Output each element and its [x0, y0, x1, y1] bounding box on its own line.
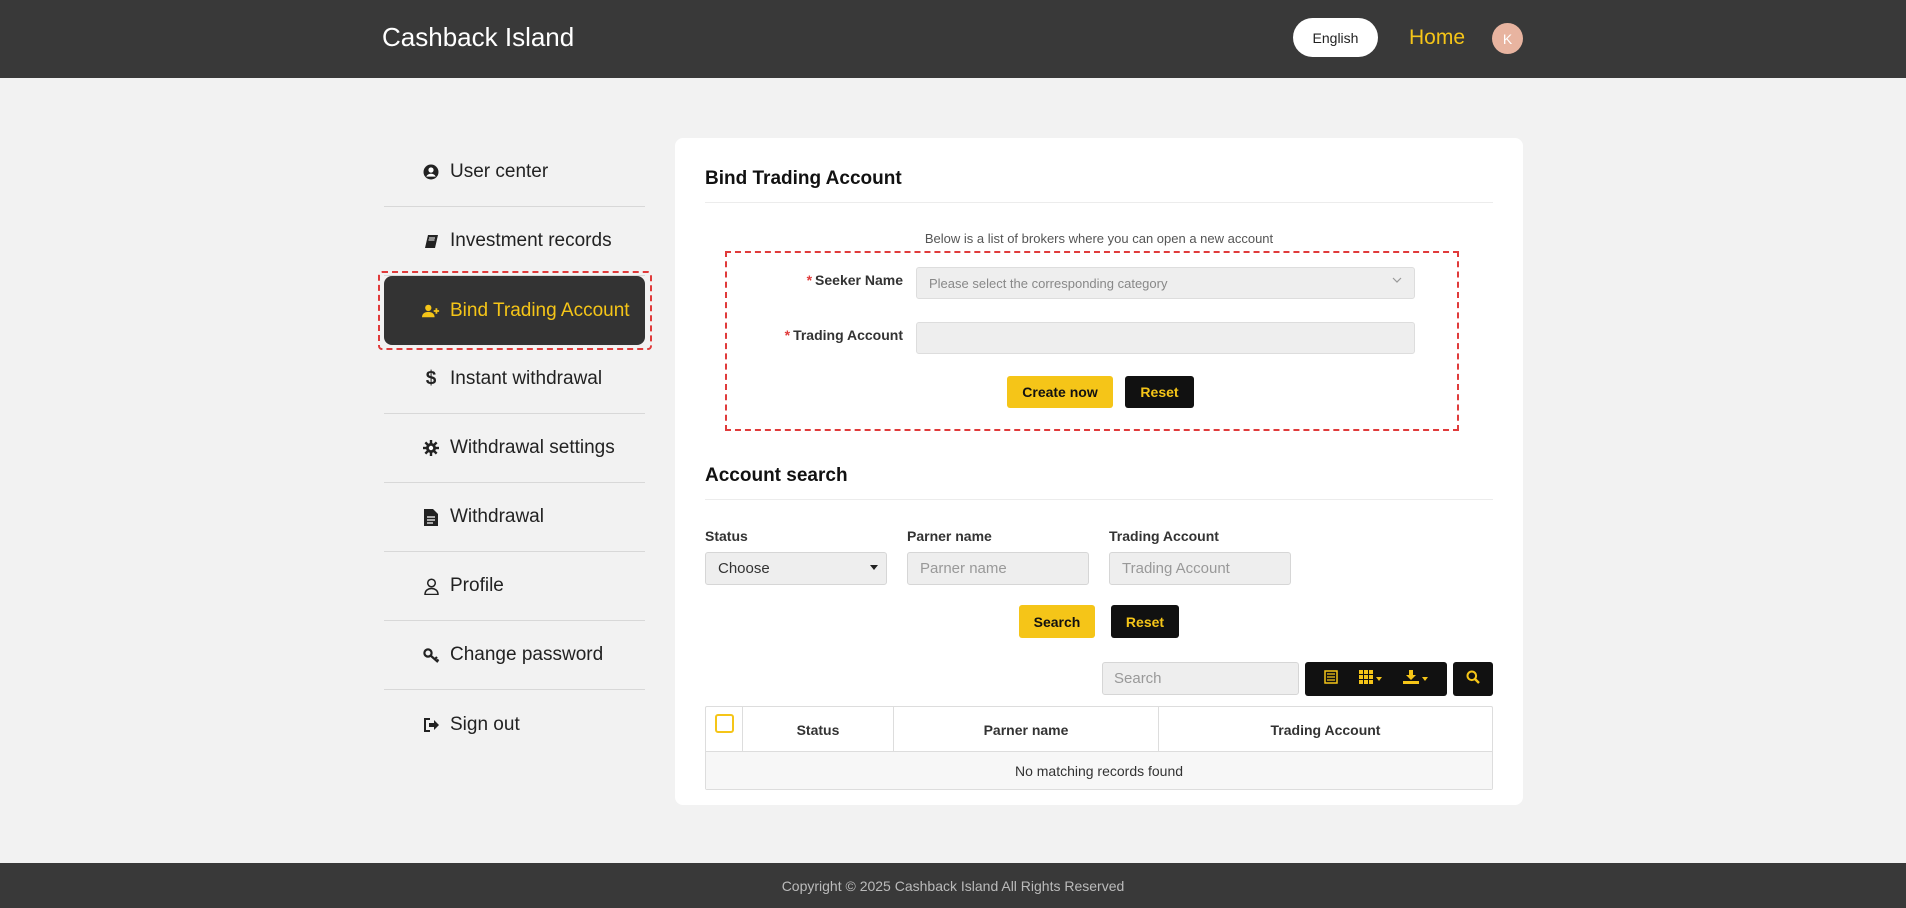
key-icon — [422, 647, 440, 663]
sign-out-icon — [422, 717, 440, 732]
select-all-checkbox[interactable] — [714, 714, 734, 733]
grid-icon — [1358, 669, 1373, 689]
sidebar-item-label: Withdrawal — [450, 506, 544, 527]
column-header-status[interactable]: Status — [743, 707, 894, 752]
footer-copyright: Copyright © 2025 Cashback Island All Rig… — [0, 863, 1906, 908]
status-select-value: Choose — [718, 560, 770, 577]
column-header-trading-account[interactable]: Trading Account — [1159, 707, 1492, 752]
user-circle-icon — [422, 164, 440, 180]
user-plus-icon — [422, 303, 440, 319]
seeker-name-label: * Seeker Name — [727, 272, 903, 288]
partner-name-placeholder: Parner name — [920, 560, 1007, 577]
seeker-name-label-text: Seeker Name — [815, 272, 903, 288]
sidebar-item-label: Investment records — [450, 230, 612, 251]
table-toolbar — [1305, 662, 1447, 696]
bind-form-highlight: * Seeker Name Please select the correspon… — [725, 251, 1459, 431]
caret-down-icon — [1375, 677, 1382, 681]
sidebar-item-bind-trading-account[interactable]: Bind Trading Account — [378, 271, 652, 350]
search-button[interactable]: Search — [1019, 605, 1095, 638]
list-icon — [1323, 669, 1338, 689]
account-search-title: Account search — [705, 465, 848, 486]
sidebar-item-user-center[interactable]: User center — [384, 138, 645, 207]
divider — [705, 499, 1493, 500]
avatar[interactable]: K — [1492, 23, 1523, 54]
caret-down-icon — [870, 565, 878, 570]
seeker-name-select[interactable]: Please select the corresponding category — [916, 267, 1415, 299]
sidebar-item-label: Profile — [450, 575, 504, 596]
trading-account-label-text: Trading Account — [793, 327, 903, 343]
broker-intro-text: Below is a list of brokers where you can… — [924, 231, 1274, 246]
sidebar-nav: User center Investment records Bind Trad… — [378, 138, 652, 759]
sidebar-item-withdrawal-settings[interactable]: Withdrawal settings — [384, 414, 645, 483]
toggle-view-button[interactable] — [1323, 669, 1338, 689]
sidebar-item-profile[interactable]: Profile — [384, 552, 645, 621]
brand-logo[interactable]: Cashback Island — [382, 22, 574, 53]
trading-account-search-placeholder: Trading Account — [1122, 560, 1230, 577]
top-header: Cashback Island English Home K — [0, 0, 1906, 78]
export-button[interactable] — [1403, 669, 1429, 689]
select-all-cell — [706, 707, 743, 752]
home-link[interactable]: Home — [1409, 26, 1465, 50]
search-icon — [1466, 670, 1480, 689]
required-mark: * — [784, 327, 791, 343]
table-search-input[interactable]: Search — [1102, 662, 1299, 695]
trading-account-search-input[interactable]: Trading Account — [1109, 552, 1291, 585]
table-search-placeholder: Search — [1114, 670, 1162, 687]
language-button[interactable]: English — [1293, 18, 1378, 57]
main-card: Bind Trading Account Below is a list of … — [675, 138, 1523, 805]
caret-down-icon — [1422, 677, 1429, 681]
dollar-icon: $ — [425, 368, 437, 389]
bind-title: Bind Trading Account — [705, 168, 902, 189]
sidebar-item-label: User center — [450, 161, 549, 182]
user-outline-icon — [422, 577, 440, 595]
status-select[interactable]: Choose — [705, 552, 887, 585]
partner-name-label: Parner name — [907, 528, 992, 544]
gear-icon — [422, 440, 440, 456]
empty-table-message: No matching records found — [706, 752, 1492, 789]
accounts-table: Status Parner name Trading Account No ma… — [705, 706, 1493, 790]
table-search-button[interactable] — [1453, 662, 1493, 696]
chevron-down-icon — [1392, 275, 1402, 288]
trading-account-input[interactable] — [916, 322, 1415, 354]
sidebar-item-label: Instant withdrawal — [450, 368, 603, 389]
partner-name-input[interactable]: Parner name — [907, 552, 1089, 585]
sidebar-item-investment-records[interactable]: Investment records — [384, 207, 645, 276]
sidebar-item-withdrawal[interactable]: Withdrawal — [384, 483, 645, 552]
download-icon — [1403, 669, 1420, 689]
table-header: Status Parner name Trading Account — [706, 707, 1492, 752]
sidebar-item-sign-out[interactable]: Sign out — [384, 690, 645, 759]
trading-account-search-label: Trading Account — [1109, 528, 1219, 544]
trading-account-label: * Trading Account — [727, 327, 903, 343]
bind-reset-button[interactable]: Reset — [1125, 376, 1194, 408]
seeker-name-placeholder: Please select the corresponding category — [929, 275, 1168, 291]
sidebar-item-label: Bind Trading Account — [450, 299, 630, 321]
divider — [705, 202, 1493, 203]
document-icon — [422, 508, 440, 526]
column-header-partner-name[interactable]: Parner name — [894, 707, 1159, 752]
status-label: Status — [705, 528, 748, 544]
create-now-button[interactable]: Create now — [1007, 376, 1113, 408]
columns-button[interactable] — [1358, 669, 1382, 689]
sidebar-item-change-password[interactable]: Change password — [384, 621, 645, 690]
required-mark: * — [806, 272, 813, 288]
sidebar-item-label: Sign out — [450, 713, 520, 735]
book-icon — [422, 234, 440, 249]
sidebar-item-label: Withdrawal settings — [450, 437, 615, 458]
search-reset-button[interactable]: Reset — [1111, 605, 1179, 638]
sidebar-item-label: Change password — [450, 644, 604, 665]
sidebar-item-instant-withdrawal[interactable]: $ Instant withdrawal — [384, 345, 645, 414]
